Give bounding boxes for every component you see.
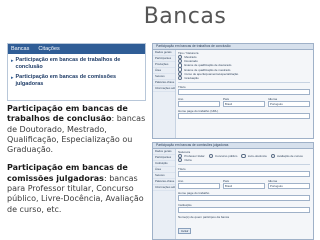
title-input[interactable] [178, 171, 310, 178]
language-select[interactable]: Português [268, 101, 310, 108]
language-column: Idioma Português [268, 97, 310, 109]
type-option[interactable]: Livre-docência [241, 153, 267, 159]
radio-button[interactable] [270, 153, 275, 159]
divider [178, 164, 310, 166]
description-text: Participação em bancas de trabalhos de c… [7, 104, 148, 223]
option-label: Avaliação de cursos [276, 154, 303, 159]
language-select[interactable]: Português [268, 183, 310, 190]
institution-input[interactable] [178, 207, 310, 214]
type-option[interactable]: Avaliação de cursos [270, 153, 303, 159]
form-body: Tipo / Natureza Mestrado Doutorado Exame… [178, 51, 310, 136]
menu-item-trabalhos-conclusao[interactable]: ▸ Participação em bancas de trabalhos de… [11, 57, 142, 70]
menu-item-comissoes-julgadoras[interactable]: ▸ Participação em bancas de comissões ju… [11, 74, 142, 87]
tab-bancas[interactable]: Bancas [11, 46, 29, 52]
form-sidebar: Dados gerais Participantes Instituição Á… [153, 149, 176, 239]
menu-tabs: Bancas Citações [8, 44, 145, 54]
form-window-comissoes-julgadoras: Participação em bancas de comissões julg… [152, 142, 314, 240]
include-button[interactable]: Incluir [178, 228, 192, 235]
description-paragraph-1: Participação em bancas de trabalhos de c… [7, 104, 148, 155]
form-sidebar: Dados gerais Participantes Produções Áre… [153, 50, 176, 138]
language-column: Idioma Português [268, 179, 310, 191]
year-input[interactable] [178, 183, 220, 190]
page-title: Bancas [143, 4, 227, 29]
bancas-menu-panel: Bancas Citações ▸ Participação em bancas… [7, 43, 146, 101]
year-country-language-row: Ano País Brasil Idioma Português [178, 97, 310, 109]
option-label: Concurso público [215, 154, 238, 159]
year-column: Ano [178, 97, 220, 109]
option-label: Livre-docência [247, 154, 267, 159]
form-window-trabalhos-conclusao: Participação em bancas de trabalhos de c… [152, 43, 314, 139]
type-option[interactable]: Outra [178, 158, 192, 163]
country-column: País Brasil [223, 179, 265, 191]
divider [178, 82, 310, 84]
menu-list: ▸ Participação em bancas de trabalhos de… [8, 54, 145, 87]
menu-item-label[interactable]: Participação em bancas de trabalhos de c… [16, 57, 142, 70]
option-label: Outra [184, 158, 192, 163]
home-page-input[interactable] [178, 113, 310, 120]
participants-label: Nome(s) de quem participou da banca [178, 215, 230, 220]
radio-button[interactable] [178, 158, 183, 163]
chevron-right-icon: ▸ [11, 58, 14, 64]
description-paragraph-2: Participação em bancas de comissões julg… [7, 163, 148, 214]
radio-button[interactable] [208, 153, 214, 159]
type-options: Professor titular Concurso público Livre… [178, 153, 310, 163]
country-select[interactable]: Brasil [223, 101, 265, 108]
option-label: Graduação [184, 76, 199, 81]
title-input[interactable] [178, 89, 310, 96]
menu-item-label[interactable]: Participação em bancas de comissões julg… [16, 74, 142, 87]
form-body: Natureza Professor titular Concurso públ… [178, 150, 310, 237]
form-header: Participação em bancas de trabalhos de c… [153, 44, 313, 50]
form-header: Participação em bancas de comissões julg… [153, 143, 313, 149]
type-option[interactable]: Graduação [178, 75, 310, 81]
tab-citacoes[interactable]: Citações [38, 46, 59, 52]
radio-button[interactable] [178, 75, 183, 81]
chevron-right-icon: ▸ [11, 75, 14, 81]
year-country-language-row: Ano País Brasil Idioma Português [178, 179, 310, 191]
sidebar-item[interactable]: Informações adicionais [153, 86, 175, 92]
type-option[interactable]: Concurso público [208, 153, 238, 159]
country-column: País Brasil [223, 97, 265, 109]
radio-button[interactable] [241, 153, 246, 159]
year-column: Ano [178, 179, 220, 191]
description-highlight-1: Participação em bancas de trabalhos de c… [7, 104, 128, 124]
country-select[interactable]: Brasil [223, 183, 265, 190]
sidebar-item[interactable]: Informações adicionais [153, 185, 175, 191]
home-page-input[interactable] [178, 195, 310, 202]
year-input[interactable] [178, 101, 220, 108]
